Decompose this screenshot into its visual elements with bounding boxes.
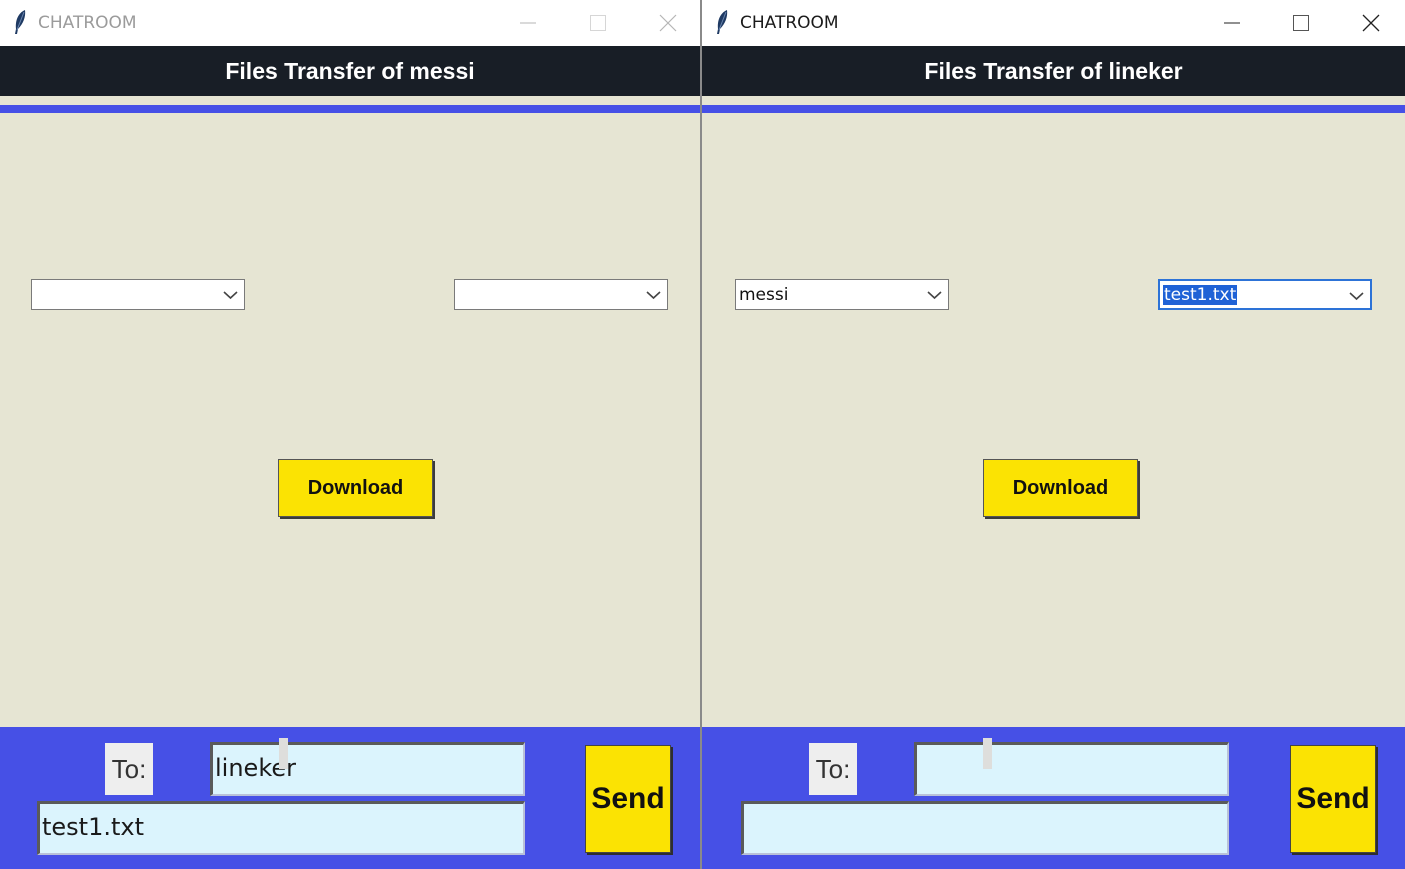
user-select[interactable]: messi <box>735 279 949 310</box>
minimize-icon <box>1224 22 1240 24</box>
recipient-input[interactable]: lineker <box>210 742 525 796</box>
user-select[interactable] <box>31 279 245 310</box>
user-select-value: messi <box>739 285 789 305</box>
header-divider <box>702 105 1405 113</box>
minimize-icon <box>520 22 536 24</box>
chatroom-window-lineker: CHATROOM Files Transfer of lineker messi… <box>702 0 1405 869</box>
maximize-icon <box>1293 15 1309 31</box>
download-button[interactable]: Download <box>278 459 433 517</box>
to-label: To: <box>105 743 153 795</box>
feather-icon <box>717 10 728 34</box>
message-input-value: test1.txt <box>42 813 145 841</box>
compose-panel: To: lineker test1.txt Send <box>0 727 700 869</box>
resize-handle[interactable] <box>279 738 288 769</box>
message-input[interactable] <box>741 801 1229 855</box>
title-bar[interactable]: CHATROOM <box>702 0 1405 46</box>
close-button[interactable] <box>640 0 696 46</box>
minimize-button[interactable] <box>1204 0 1260 46</box>
to-label: To: <box>809 743 857 795</box>
maximize-button[interactable] <box>1273 0 1329 46</box>
chevron-down-icon <box>1349 292 1364 301</box>
chevron-down-icon <box>927 291 942 300</box>
file-select-value: test1.txt <box>1163 285 1238 305</box>
send-button[interactable]: Send <box>585 745 671 853</box>
send-button[interactable]: Send <box>1290 745 1376 853</box>
title-bar[interactable]: CHATROOM <box>0 0 700 46</box>
message-input[interactable]: test1.txt <box>37 801 525 855</box>
header-divider <box>0 105 700 113</box>
chatroom-window-messi: CHATROOM Files Transfer of messi Downloa… <box>0 0 700 869</box>
feather-icon <box>15 10 26 34</box>
download-button[interactable]: Download <box>983 459 1138 517</box>
minimize-button[interactable] <box>500 0 556 46</box>
close-button[interactable] <box>1343 0 1399 46</box>
maximize-button[interactable] <box>570 0 626 46</box>
chevron-down-icon <box>646 291 661 300</box>
recipient-input[interactable] <box>914 742 1229 796</box>
window-title: CHATROOM <box>740 13 839 33</box>
page-title: Files Transfer of messi <box>0 46 700 96</box>
maximize-icon <box>590 15 606 31</box>
compose-panel: To: Send <box>702 727 1405 869</box>
chevron-down-icon <box>223 291 238 300</box>
page-title: Files Transfer of lineker <box>702 46 1405 96</box>
resize-handle[interactable] <box>983 738 992 769</box>
close-icon <box>1362 14 1380 32</box>
window-title: CHATROOM <box>38 13 137 33</box>
close-icon <box>659 14 677 32</box>
file-select[interactable] <box>454 279 668 310</box>
file-select[interactable]: test1.txt <box>1158 279 1372 310</box>
